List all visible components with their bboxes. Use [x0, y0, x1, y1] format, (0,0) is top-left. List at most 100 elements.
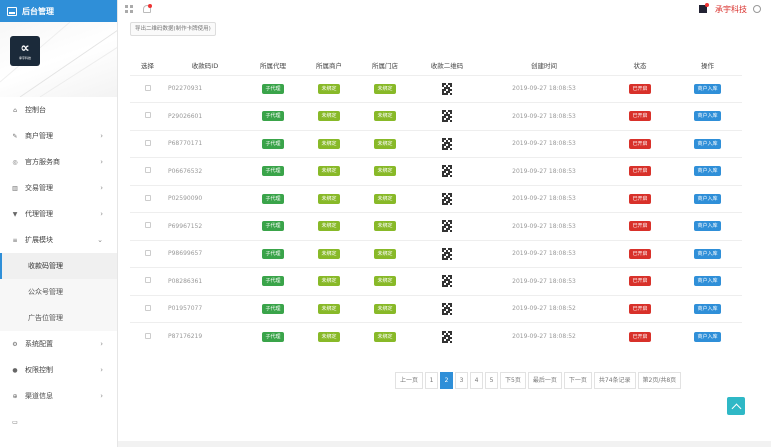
merchant-entry-button[interactable]: 商户入库: [694, 303, 721, 314]
merchant-entry-button[interactable]: 商户入库: [694, 248, 721, 259]
store-tag[interactable]: 未绑定: [374, 331, 396, 342]
page-number-button[interactable]: 1: [425, 371, 439, 389]
agent-tag[interactable]: 子代理: [262, 303, 284, 314]
row-checkbox[interactable]: [144, 222, 151, 229]
export-qr-button[interactable]: 导出二维码数据(制作卡牌使用): [130, 22, 216, 36]
menu-toggle-icon[interactable]: [125, 5, 133, 13]
sidebar-item-items1[interactable]: ✎ 商户管理 ›: [0, 123, 117, 149]
sidebar-item-bottom_items0[interactable]: ⚙ 系统配置 ›: [0, 331, 117, 357]
agent-tag[interactable]: 子代理: [262, 248, 284, 259]
store-tag[interactable]: 未绑定: [374, 111, 396, 122]
agent-tag[interactable]: 子代理: [262, 138, 284, 149]
sidebar-item-items2[interactable]: ◎ 官方服务商 ›: [0, 149, 117, 175]
merchant-tag[interactable]: 未绑定: [318, 193, 340, 204]
merchant-tag[interactable]: 未绑定: [318, 221, 340, 232]
last-page-button[interactable]: 最后一页: [527, 371, 562, 389]
prev-page-button[interactable]: 上一页: [395, 371, 424, 389]
status-badge[interactable]: 已开启: [629, 331, 651, 342]
agent-tag[interactable]: 子代理: [262, 166, 284, 177]
status-badge[interactable]: 已开启: [629, 221, 651, 232]
merchant-tag[interactable]: 未绑定: [318, 111, 340, 122]
merchant-entry-button[interactable]: 商户入库: [694, 276, 721, 287]
agent-tag[interactable]: 子代理: [262, 193, 284, 204]
sidebar-item-items5[interactable]: ≡ 扩展模块 ⌄: [0, 227, 117, 253]
merchant-tag[interactable]: 未绑定: [318, 331, 340, 342]
status-badge[interactable]: 已开启: [629, 111, 651, 122]
store-tag[interactable]: 未绑定: [374, 221, 396, 232]
qr-code-icon[interactable]: [699, 3, 709, 13]
merchant-entry-button[interactable]: 商户入库: [694, 331, 721, 342]
merchant-tag[interactable]: 未绑定: [318, 166, 340, 177]
sidebar-item-bottom_items2[interactable]: ⊕ 渠道信息 ›: [0, 383, 117, 409]
merchant-tag[interactable]: 未绑定: [318, 138, 340, 149]
merchant-entry-button[interactable]: 商户入库: [694, 166, 721, 177]
sidebar-subitem[interactable]: 广告位管理: [0, 305, 117, 331]
merchant-tag[interactable]: 未绑定: [318, 276, 340, 287]
next-5-pages-button[interactable]: 下5页: [500, 371, 526, 389]
page-number-button[interactable]: 3: [455, 371, 469, 389]
merchant-entry-button[interactable]: 商户入库: [694, 221, 721, 232]
merchant-tag[interactable]: 未绑定: [318, 83, 340, 94]
qr-code-image[interactable]: [442, 302, 452, 315]
store-tag[interactable]: 未绑定: [374, 166, 396, 177]
agent-tag[interactable]: 子代理: [262, 111, 284, 122]
merchant-entry-button[interactable]: 商户入库: [694, 138, 721, 149]
scroll-to-top-button[interactable]: [727, 397, 745, 415]
row-checkbox[interactable]: [144, 332, 151, 339]
sidebar-item-items0[interactable]: ⌂ 控制台: [0, 97, 117, 123]
store-tag[interactable]: 未绑定: [374, 138, 396, 149]
qr-code-image[interactable]: [442, 247, 452, 260]
store-tag[interactable]: 未绑定: [374, 248, 396, 259]
qr-code-image[interactable]: [442, 192, 452, 205]
status-badge[interactable]: 已开启: [629, 138, 651, 149]
row-checkbox[interactable]: [144, 277, 151, 284]
sidebar-subitem[interactable]: 公众号管理: [0, 279, 117, 305]
page-number-button[interactable]: 2: [440, 371, 454, 389]
status-badge[interactable]: 已开启: [629, 248, 651, 259]
agent-tag[interactable]: 子代理: [262, 276, 284, 287]
row-checkbox[interactable]: [144, 194, 151, 201]
store-tag[interactable]: 未绑定: [374, 303, 396, 314]
qr-code-image[interactable]: [442, 220, 452, 233]
row-checkbox[interactable]: [144, 139, 151, 146]
agent-tag[interactable]: 子代理: [262, 331, 284, 342]
bell-icon[interactable]: [143, 4, 152, 13]
sidebar-subitem[interactable]: 收款码管理: [0, 253, 117, 279]
page-number-button[interactable]: 5: [485, 371, 499, 389]
row-checkbox[interactable]: [144, 112, 151, 119]
qr-code-image[interactable]: [442, 82, 452, 95]
next-page-button[interactable]: 下一页: [563, 371, 592, 389]
merchant-entry-button[interactable]: 商户入库: [694, 83, 721, 94]
company-name[interactable]: 承宇科技: [715, 4, 747, 15]
row-checkbox[interactable]: [144, 167, 151, 174]
store-tag[interactable]: 未绑定: [374, 193, 396, 204]
status-badge[interactable]: 已开启: [629, 83, 651, 94]
merchant-entry-button[interactable]: 商户入库: [694, 193, 721, 204]
row-checkbox[interactable]: [144, 304, 151, 311]
qr-code-image[interactable]: [442, 165, 452, 178]
merchant-entry-button[interactable]: 商户入库: [694, 111, 721, 122]
qr-code-image[interactable]: [442, 137, 452, 150]
qr-code-image[interactable]: [442, 330, 452, 343]
brand-bar[interactable]: 后台管理: [0, 0, 117, 22]
status-badge[interactable]: 已开启: [629, 276, 651, 287]
sidebar-item-items4[interactable]: ▼ 代理管理 ›: [0, 201, 117, 227]
qr-code-image[interactable]: [442, 275, 452, 288]
agent-tag[interactable]: 子代理: [262, 221, 284, 232]
status-badge[interactable]: 已开启: [629, 193, 651, 204]
status-badge[interactable]: 已开启: [629, 166, 651, 177]
sidebar-item-bottom_items3[interactable]: ▭: [0, 409, 117, 435]
user-icon[interactable]: [753, 5, 761, 13]
sidebar-item-bottom_items1[interactable]: ● 权限控制 ›: [0, 357, 117, 383]
row-checkbox[interactable]: [144, 249, 151, 256]
store-tag[interactable]: 未绑定: [374, 83, 396, 94]
sidebar-item-items3[interactable]: ▥ 交易管理 ›: [0, 175, 117, 201]
merchant-tag[interactable]: 未绑定: [318, 248, 340, 259]
store-tag[interactable]: 未绑定: [374, 276, 396, 287]
page-number-button[interactable]: 4: [470, 371, 484, 389]
row-checkbox[interactable]: [144, 84, 151, 91]
status-badge[interactable]: 已开启: [629, 303, 651, 314]
merchant-tag[interactable]: 未绑定: [318, 303, 340, 314]
qr-code-image[interactable]: [442, 110, 452, 123]
horizontal-scrollbar[interactable]: [118, 441, 771, 447]
